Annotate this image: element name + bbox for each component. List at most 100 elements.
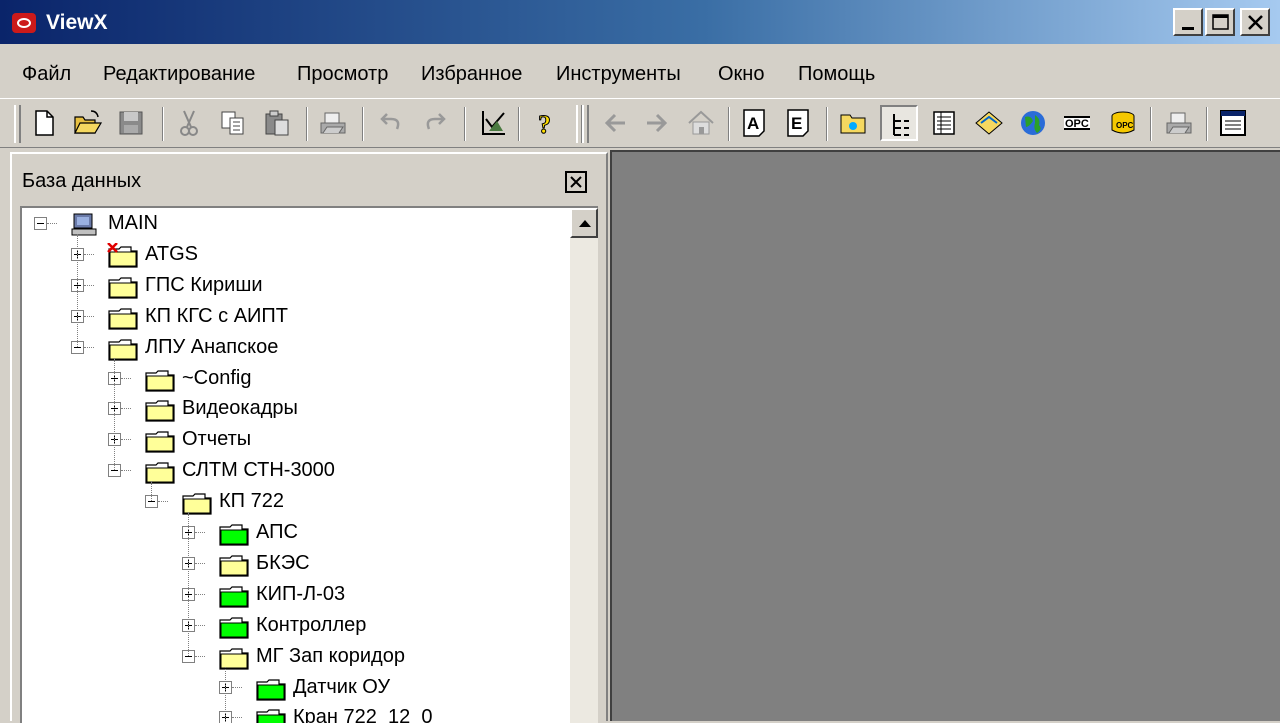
redo-icon[interactable] bbox=[416, 105, 454, 141]
printer-icon[interactable] bbox=[1160, 105, 1198, 141]
opc-icon[interactable]: OPC bbox=[1058, 105, 1096, 141]
folder-star-icon[interactable] bbox=[834, 105, 872, 141]
mdi-workspace[interactable] bbox=[610, 150, 1280, 721]
toolbar-grip[interactable] bbox=[14, 105, 21, 143]
tree-node-label: Кран 722_12_0 bbox=[293, 706, 433, 723]
menu-edit[interactable]: Редактирование bbox=[103, 63, 255, 86]
tree-connector bbox=[121, 408, 131, 409]
maximize-button[interactable] bbox=[1205, 8, 1235, 36]
folder-yellow-icon bbox=[218, 552, 249, 577]
folder-green-icon bbox=[218, 521, 249, 546]
tree-connector bbox=[158, 501, 168, 502]
folder-yellow-icon bbox=[144, 428, 175, 453]
cut-icon[interactable] bbox=[170, 105, 208, 141]
menu-help[interactable]: Помощь bbox=[798, 63, 875, 86]
tree-node[interactable]: ЛПУ Анапское bbox=[22, 334, 562, 362]
opc-db-icon[interactable]: OPC bbox=[1104, 105, 1142, 141]
tree-node[interactable]: БКЭС bbox=[22, 550, 562, 578]
app-logo-icon[interactable] bbox=[12, 13, 36, 33]
back-arrow-icon[interactable] bbox=[596, 105, 634, 141]
tree-node[interactable]: КП КГС с АИПТ bbox=[22, 303, 562, 331]
text-a-icon[interactable]: A bbox=[736, 105, 774, 141]
folder-yellow-icon bbox=[181, 490, 212, 515]
menu-tools[interactable]: Инструменты bbox=[556, 63, 681, 86]
database-panel: База данных MAIN ATGS ГПС Кириши КП КГС с А… bbox=[10, 152, 608, 723]
toolbar: ? A E OPC OPC bbox=[0, 98, 1280, 148]
help-icon[interactable]: ? bbox=[526, 105, 564, 141]
folder-yellow-error-icon bbox=[107, 242, 138, 268]
tree-node-label: ~Config bbox=[182, 367, 252, 389]
print-icon[interactable] bbox=[314, 105, 352, 141]
tree-view-icon[interactable] bbox=[880, 105, 918, 141]
tree-node[interactable]: КИП-Л-03 bbox=[22, 581, 562, 609]
tree-node[interactable]: СЛТМ СТН-3000 bbox=[22, 457, 562, 485]
menu-favorites[interactable]: Избранное bbox=[421, 63, 522, 86]
folder-green-icon bbox=[218, 614, 249, 639]
minimize-button[interactable] bbox=[1173, 8, 1203, 36]
tree-node[interactable]: Датчик ОУ bbox=[22, 674, 562, 702]
tree-node[interactable]: ~Config bbox=[22, 365, 562, 393]
open-folder-icon[interactable] bbox=[68, 105, 106, 141]
tree-node-label: ЛПУ Анапское bbox=[145, 336, 279, 358]
close-button[interactable] bbox=[1240, 8, 1270, 36]
paste-icon[interactable] bbox=[258, 105, 296, 141]
globe-icon[interactable] bbox=[1014, 105, 1052, 141]
forward-arrow-icon[interactable] bbox=[638, 105, 676, 141]
menu-view[interactable]: Просмотр bbox=[297, 63, 388, 86]
folder-yellow-icon bbox=[144, 397, 175, 422]
tree-guide-line bbox=[114, 358, 115, 470]
tree-node-label: Видеокадры bbox=[182, 397, 298, 419]
tree-guide-line bbox=[225, 667, 226, 723]
tree-connector bbox=[84, 254, 94, 255]
scroll-up-button[interactable] bbox=[570, 208, 598, 238]
window-title: ViewX bbox=[46, 11, 108, 34]
text-e-icon[interactable]: E bbox=[780, 105, 818, 141]
tree-node[interactable]: Контроллер bbox=[22, 612, 562, 640]
panel-close-button[interactable] bbox=[565, 171, 587, 193]
window-icon[interactable] bbox=[1214, 105, 1252, 141]
folder-yellow-icon bbox=[107, 274, 138, 299]
tree-connector bbox=[195, 625, 205, 626]
tree-node[interactable]: Отчеты bbox=[22, 426, 562, 454]
collapse-icon[interactable] bbox=[34, 217, 47, 230]
menu-bar: Файл Редактирование Просмотр Избранное И… bbox=[0, 52, 1280, 96]
tree-connector bbox=[84, 347, 94, 348]
tree-node[interactable]: Видеокадры bbox=[22, 395, 562, 423]
envelope-icon[interactable] bbox=[970, 105, 1008, 141]
tree-node-label: АПС bbox=[256, 521, 298, 543]
tree-connector bbox=[195, 594, 205, 595]
tree-connector bbox=[232, 687, 242, 688]
computer-icon bbox=[70, 212, 100, 236]
tree-node[interactable]: МГ Зап коридор bbox=[22, 643, 562, 671]
tree-node-label: ATGS bbox=[145, 243, 198, 265]
save-icon[interactable] bbox=[112, 105, 150, 141]
copy-icon[interactable] bbox=[214, 105, 252, 141]
tree-guide-line bbox=[151, 481, 152, 501]
tree-node[interactable]: ГПС Кириши bbox=[22, 272, 562, 300]
tree-node[interactable]: MAIN bbox=[22, 210, 562, 238]
undo-icon[interactable] bbox=[372, 105, 410, 141]
tree-node[interactable]: Кран 722_12_0 bbox=[22, 704, 562, 723]
tree-node-label: Контроллер bbox=[256, 614, 367, 636]
tree-connector bbox=[47, 223, 57, 224]
tree-node-label: КИП-Л-03 bbox=[256, 583, 346, 605]
vertical-scrollbar[interactable] bbox=[570, 208, 598, 723]
database-tree[interactable]: MAIN ATGS ГПС Кириши КП КГС с АИПТ ЛПУ Анапс… bbox=[20, 206, 598, 723]
tree-node[interactable]: АПС bbox=[22, 519, 562, 547]
menu-file[interactable]: Файл bbox=[22, 63, 71, 86]
tree-connector bbox=[121, 470, 131, 471]
panel-title: База данных bbox=[22, 170, 142, 192]
svg-text:OPC: OPC bbox=[1116, 121, 1134, 130]
tree-node[interactable]: ATGS bbox=[22, 241, 562, 269]
new-file-icon[interactable] bbox=[24, 105, 62, 141]
tree-node-label: MAIN bbox=[108, 212, 158, 234]
chart-icon[interactable] bbox=[474, 105, 512, 141]
list-view-icon[interactable] bbox=[926, 105, 964, 141]
menu-window[interactable]: Окно bbox=[718, 63, 764, 86]
svg-text:E: E bbox=[791, 114, 802, 133]
tree-node[interactable]: КП 722 bbox=[22, 488, 562, 516]
title-bar: ViewX bbox=[0, 0, 1280, 46]
tree-connector bbox=[84, 285, 94, 286]
home-icon[interactable] bbox=[682, 105, 720, 141]
tree-node-label: КП КГС с АИПТ bbox=[145, 305, 289, 327]
